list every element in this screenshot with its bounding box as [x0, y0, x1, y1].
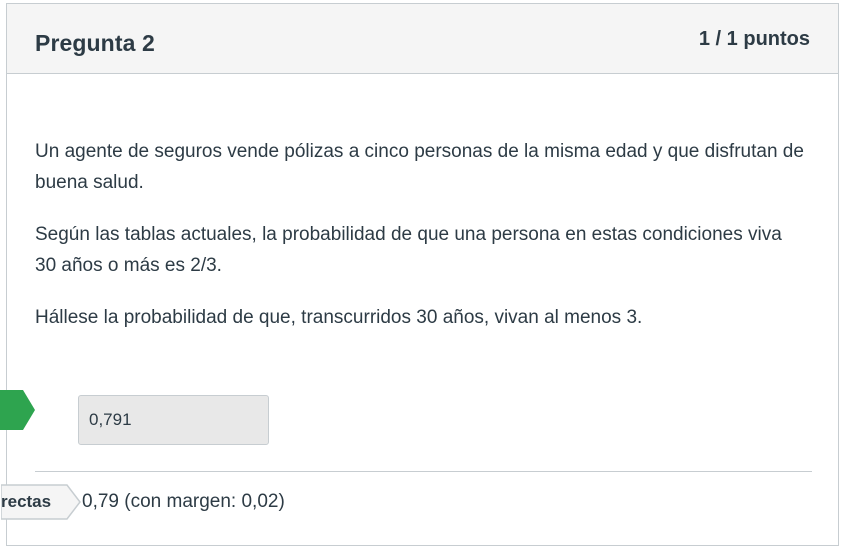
question-paragraph: Hállese la probabilidad de que, transcur… [35, 307, 643, 328]
question-paragraph: Según las tablas actuales, la probabilid… [35, 224, 782, 276]
correct-answer-value: 0,79 (con margen: 0,02) [82, 491, 285, 512]
question-card: Pregunta 2 1 / 1 puntos Un agente de seg… [0, 3, 839, 546]
divider [35, 471, 812, 472]
quiz-page: Pregunta 2 1 / 1 puntos Un agente de seg… [0, 0, 848, 552]
correct-answers-tag: rectas [0, 482, 83, 522]
question-paragraph: Un agente de seguros vende pólizas a cin… [35, 141, 804, 193]
correct-answer-arrow-icon [0, 390, 35, 430]
question-header: Pregunta 2 1 / 1 puntos [7, 4, 838, 74]
question-title: Pregunta 2 [35, 30, 155, 56]
question-text: Un agente de seguros vende pólizas a cin… [35, 136, 805, 354]
correct-answers-label: rectas [1, 492, 52, 511]
answer-input[interactable]: 0,791 [78, 395, 269, 445]
question-points: 1 / 1 puntos [698, 28, 810, 50]
